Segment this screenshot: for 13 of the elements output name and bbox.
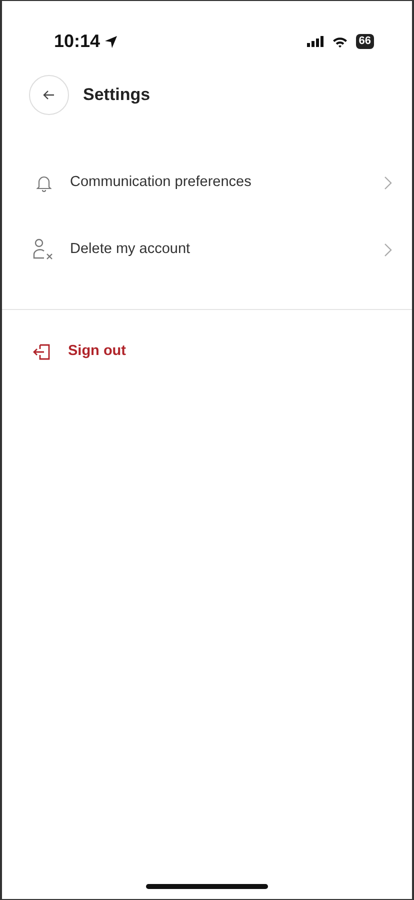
back-arrow-icon — [43, 90, 55, 100]
signal-icon — [306, 36, 324, 47]
location-icon — [104, 34, 118, 48]
battery-level: 66 — [356, 34, 374, 49]
settings-row[interactable]: Communication preferences — [2, 149, 412, 216]
page-title: Settings — [83, 84, 150, 106]
back-button[interactable] — [29, 75, 69, 115]
settings-row[interactable]: Delete my account — [2, 216, 412, 283]
sign-out-button[interactable]: Sign out — [2, 322, 412, 382]
status-time: 10:14 — [54, 30, 100, 53]
wifi-icon — [332, 36, 348, 48]
sign-out-icon — [32, 342, 52, 362]
bell-icon — [36, 174, 52, 192]
